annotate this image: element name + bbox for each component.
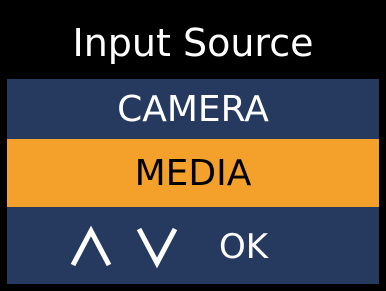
caret-up-icon [69,225,113,269]
up-button[interactable] [69,225,113,269]
caret-down-icon [135,225,179,269]
page-title: Input Source [7,7,379,79]
ok-button[interactable]: OK [219,225,268,269]
device-screen: Input Source CAMERA MEDIA OK [0,0,386,291]
down-button[interactable] [135,225,179,269]
input-source-panel: Input Source CAMERA MEDIA OK [7,7,379,284]
option-camera[interactable]: CAMERA [7,79,379,139]
option-media-selected[interactable]: MEDIA [7,139,379,207]
control-bar: OK [7,207,379,284]
